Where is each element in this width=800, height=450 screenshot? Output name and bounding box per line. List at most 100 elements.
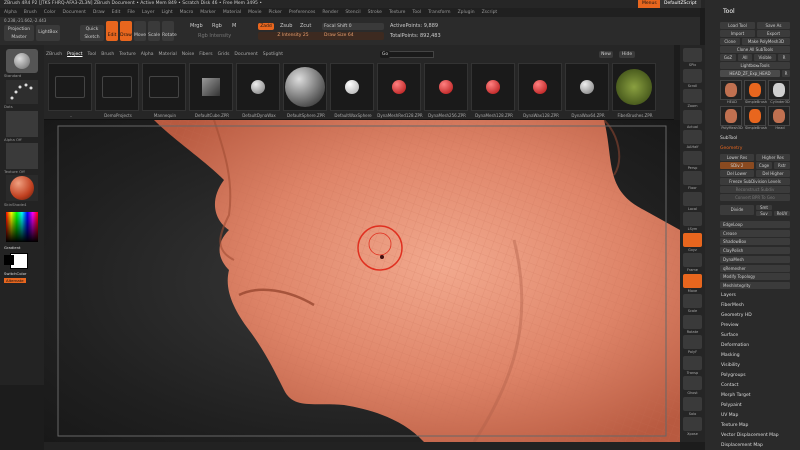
lightbox-item[interactable]: DefaultDynaWax (236, 63, 280, 118)
menu-item-zscript[interactable]: Zscript (482, 10, 498, 15)
shelf-ghost-button[interactable]: Ghost (683, 376, 702, 395)
freeze-subdivision-button[interactable]: Freeze SubDivision Levels (720, 178, 790, 185)
smt-button[interactable]: Smt (756, 205, 772, 210)
load-tool-button[interactable]: Load Tool (720, 22, 755, 29)
lightbox-button[interactable]: LightBox (36, 25, 60, 41)
lightbox-item[interactable]: DynaMeshRed128.ZPR (377, 63, 423, 118)
make-polymesh-button[interactable]: Make PolyMesh3D (742, 38, 790, 45)
section-deformation[interactable]: Deformation (721, 343, 749, 348)
section-fibermesh[interactable]: FiberMesh (721, 303, 744, 308)
del-lower-button[interactable]: Del Lower (720, 170, 754, 177)
gradient-label[interactable]: Gradient (4, 245, 21, 250)
reuv-button[interactable]: ReUV (774, 211, 790, 216)
divide-button[interactable]: Divide (720, 205, 754, 215)
section-preview[interactable]: Preview (721, 323, 739, 328)
lightbox-tab-project[interactable]: Project (67, 52, 82, 57)
sdiv-slider[interactable]: SDiv 2 (720, 162, 754, 169)
shelf-scroll-button[interactable]: Scroll (683, 68, 702, 88)
section-masking[interactable]: Masking (721, 353, 740, 358)
stroke-preview[interactable] (6, 80, 38, 104)
menu-item-render[interactable]: Render (322, 10, 338, 15)
shelf-actual-button[interactable]: Actual (683, 109, 702, 129)
tool-thumb[interactable]: SimpleBrush (744, 80, 767, 104)
menu-item-texture[interactable]: Texture (389, 10, 405, 15)
menu-item-color[interactable]: Color (44, 10, 56, 15)
lower-res-button[interactable]: Lower Res (720, 154, 754, 161)
lightbox-item[interactable]: DynaWax128.ZPR (518, 63, 562, 118)
zsub-button[interactable]: Zsub (280, 23, 292, 29)
shelf-move-button[interactable]: Move (683, 273, 702, 293)
menu-item-transform[interactable]: Transform (428, 10, 450, 15)
scale-button[interactable]: Scale (148, 21, 160, 41)
goz-button[interactable]: GoZ (720, 54, 736, 61)
lightbox-tab-grids[interactable]: Grids (218, 52, 230, 57)
lightbox-item[interactable]: FiberBrushes.ZPR (612, 63, 656, 118)
geometry-claypolish-button[interactable]: ClayPolish (720, 247, 790, 255)
export-button[interactable]: Export (757, 30, 790, 37)
goz-r-button[interactable]: R (778, 54, 790, 61)
switch-color-button[interactable]: SwitchColor (4, 271, 26, 276)
menu-item-document[interactable]: Document (63, 10, 86, 15)
lightbox-tab-alpha[interactable]: Alpha (141, 52, 154, 57)
zcut-button[interactable]: Zcut (300, 23, 311, 29)
lightbox-search-input[interactable] (384, 51, 434, 58)
shelf-aahalf-button[interactable]: AAHalf (683, 130, 702, 149)
current-tool-selector[interactable]: HEAD_ZF_Exp_HEAD (720, 70, 780, 77)
geometry-modify-topology-button[interactable]: Modify Topology (720, 273, 790, 281)
m-button[interactable]: M (232, 23, 236, 29)
goz-visible-button[interactable]: Visible (754, 54, 776, 61)
geometry-section[interactable]: Geometry (720, 146, 742, 151)
section-morph-target[interactable]: Morph Target (721, 393, 751, 398)
section-geometry-hd[interactable]: Geometry HD (721, 313, 752, 318)
projection-master-button[interactable]: Projection Master (4, 25, 34, 41)
alpha-preview[interactable] (6, 111, 38, 137)
default-zscript-button[interactable]: DefaultZScript (660, 0, 701, 8)
lightbox-tab-zbrush[interactable]: ZBrush (46, 52, 62, 57)
menu-item-layer[interactable]: Layer (142, 10, 155, 15)
shelf-polyf-button[interactable]: PolyF (683, 335, 702, 354)
goz-all-button[interactable]: All (738, 54, 752, 61)
menu-item-alpha[interactable]: Alpha (4, 10, 17, 15)
menu-item-marker[interactable]: Marker (200, 10, 216, 15)
import-button[interactable]: Import (720, 30, 755, 37)
lightbox-item[interactable]: DynaMesh128.ZPR (471, 63, 515, 118)
section-visibility[interactable]: Visibility (721, 363, 740, 368)
shelf-frame-button[interactable]: Frame (683, 253, 702, 272)
lightbox-tab-tool[interactable]: Tool (87, 52, 96, 57)
section-layers[interactable]: Layers (721, 293, 736, 298)
lightbox-go-button[interactable]: Go (380, 51, 390, 58)
tool-thumb[interactable]: SimpleBrush (744, 106, 767, 130)
rgb-intensity-slider[interactable]: Rgb Intensity (198, 33, 231, 39)
clone-button[interactable]: Clone (720, 38, 740, 45)
section-surface[interactable]: Surface (721, 333, 738, 338)
clone-all-subtools-button[interactable]: Clone All SubTools (720, 46, 790, 53)
menu-item-stroke[interactable]: Stroke (368, 10, 382, 15)
menu-item-picker[interactable]: Picker (268, 10, 281, 15)
lightbox-tab-fibers[interactable]: Fibers (199, 52, 212, 57)
geometry-shadowbox-button[interactable]: ShadowBox (720, 238, 790, 246)
save-as-button[interactable]: Save As (757, 22, 790, 29)
lightbox-tab-spotlight[interactable]: Spotlight (263, 52, 283, 57)
menu-item-movie[interactable]: Movie (248, 10, 261, 15)
lightbox-item[interactable]: DefaultWaxSphere (330, 63, 374, 118)
subtool-section[interactable]: SubTool (720, 136, 737, 141)
cage-button[interactable]: Cage (756, 162, 772, 169)
menu-item-stencil[interactable]: Stencil (345, 10, 360, 15)
lightbox-item[interactable]: DynaWax64.ZPR (565, 63, 609, 118)
quick-sketch-button[interactable]: Quick Sketch (80, 25, 104, 41)
tool-r-button[interactable]: R (782, 70, 790, 77)
menus-button[interactable]: Menus (638, 0, 661, 8)
section-vector-displacement-map[interactable]: Vector Displacement Map (721, 433, 779, 438)
lightbox-tools-button[interactable]: Lightbox▸Tools (720, 62, 790, 69)
menu-item-macro[interactable]: Macro (180, 10, 194, 15)
tool-thumb[interactable]: Head (768, 106, 790, 130)
lightbox-tab-document[interactable]: Document (234, 52, 257, 57)
lightbox-item[interactable]: Mannequin (142, 63, 186, 118)
rgb-button[interactable]: Rgb (212, 23, 222, 29)
reconstruct-subdiv-button[interactable]: Reconstruct Subdiv (720, 186, 790, 193)
lightbox-tab-texture[interactable]: Texture (119, 52, 135, 57)
shelf-rotate-button[interactable]: Rotate (683, 314, 702, 334)
geometry-crease-button[interactable]: Crease (720, 229, 790, 237)
lightbox-tab-material[interactable]: Material (159, 52, 177, 57)
menu-item-light[interactable]: Light (161, 10, 172, 15)
